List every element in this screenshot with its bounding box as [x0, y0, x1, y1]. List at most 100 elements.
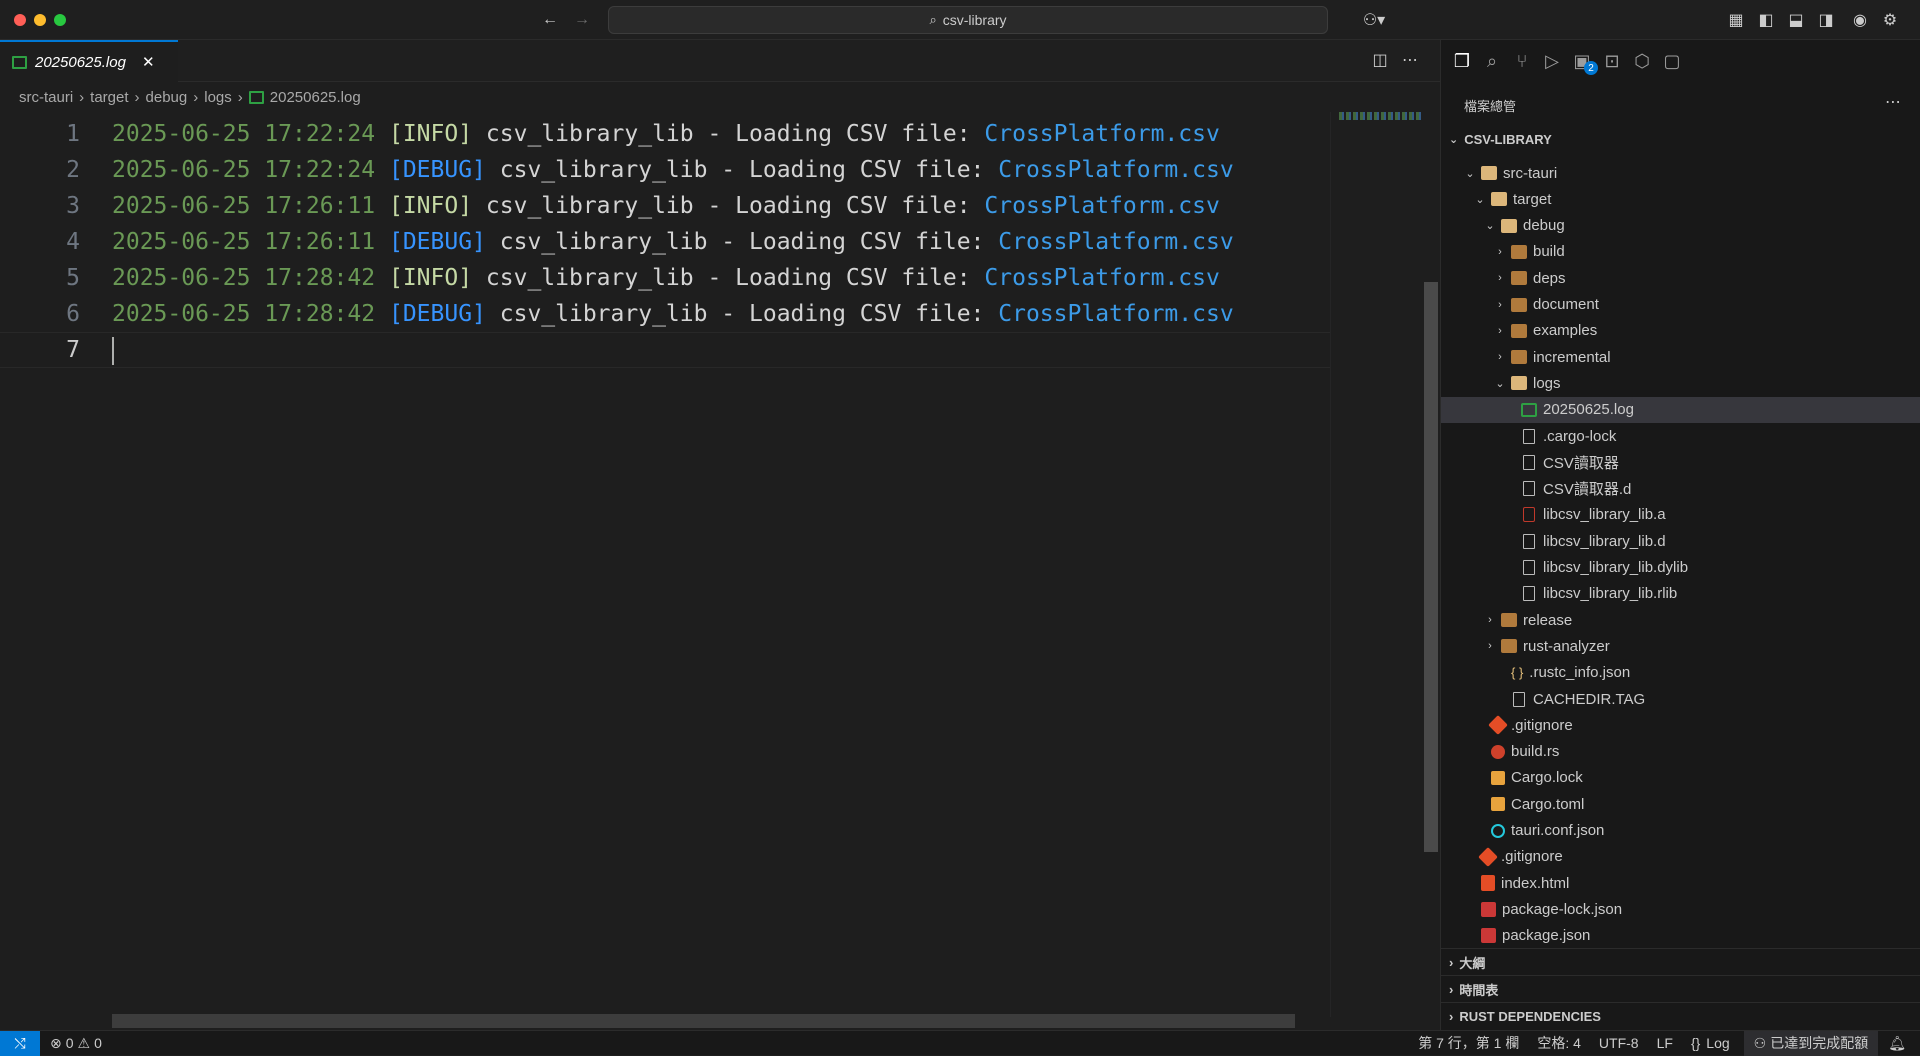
- packages-icon[interactable]: ⬡: [1629, 48, 1655, 74]
- explorer-files-icon[interactable]: ❐: [1449, 48, 1475, 74]
- command-center-search[interactable]: ⌕ csv-library: [608, 6, 1328, 34]
- cursor-position[interactable]: 第 7 行，第 1 欄: [1418, 1033, 1519, 1053]
- line-content: 2025-06-25 17:22:24 [DEBUG] csv_library_…: [112, 157, 1234, 183]
- remote-explorer-icon[interactable]: ⊡: [1599, 48, 1625, 74]
- chat-icon[interactable]: ▢: [1659, 48, 1685, 74]
- notifications-bell-icon[interactable]: 🔔︎: [1888, 1035, 1906, 1052]
- breadcrumb-target[interactable]: target: [90, 89, 128, 106]
- tree-item[interactable]: index.html: [1441, 870, 1920, 896]
- end-of-line[interactable]: LF: [1657, 1035, 1673, 1051]
- tree-item[interactable]: ⌄ debug: [1441, 213, 1920, 239]
- log-level: [DEBUG]: [388, 157, 486, 183]
- close-window-button[interactable]: [14, 14, 26, 26]
- tree-item[interactable]: .gitignore: [1441, 712, 1920, 738]
- code-line[interactable]: 4 2025-06-25 17:26:11 [DEBUG] csv_library…: [0, 224, 1330, 260]
- folder-icon: [1481, 166, 1497, 180]
- line-number: 5: [66, 265, 80, 291]
- breadcrumb-debug[interactable]: debug: [146, 89, 188, 106]
- tree-item[interactable]: tauri.conf.json: [1441, 818, 1920, 844]
- back-arrow-icon[interactable]: ←: [540, 10, 560, 30]
- tree-item[interactable]: ⌄ target: [1441, 186, 1920, 212]
- code-line[interactable]: 2 2025-06-25 17:22:24 [DEBUG] csv_library…: [0, 152, 1330, 188]
- folder-icon: [1511, 244, 1527, 259]
- tree-item[interactable]: CACHEDIR.TAG: [1441, 686, 1920, 712]
- account-icon[interactable]: ◉: [1850, 10, 1870, 30]
- vertical-scrollbar[interactable]: [1424, 282, 1438, 852]
- extensions-icon[interactable]: ▣ 2: [1569, 48, 1598, 75]
- tree-item[interactable]: ⌄ logs: [1441, 370, 1920, 396]
- problems-indicator[interactable]: ⊗ 0 ⚠ 0: [50, 1035, 102, 1052]
- folder-icon: [1511, 350, 1527, 365]
- breadcrumb-file[interactable]: 20250625.log: [270, 89, 361, 106]
- toggle-secondary-sidebar-icon[interactable]: ◨: [1816, 10, 1836, 30]
- tree-item[interactable]: package-lock.json: [1441, 896, 1920, 922]
- copilot-icon[interactable]: ⚇▾: [1356, 10, 1392, 30]
- tree-item[interactable]: .gitignore: [1441, 844, 1920, 870]
- tree-item[interactable]: { } .rustc_info.json: [1441, 660, 1920, 686]
- remote-indicator-icon[interactable]: ⤭: [0, 1030, 40, 1056]
- code-line[interactable]: 1 2025-06-25 17:22:24 [INFO] csv_library_…: [0, 116, 1330, 152]
- language-mode[interactable]: Log: [1706, 1035, 1729, 1051]
- split-editor-icon[interactable]: ◫: [1370, 50, 1390, 70]
- line-content: 2025-06-25 17:26:11 [DEBUG] csv_library_…: [112, 229, 1234, 255]
- tree-item[interactable]: libcsv_library_lib.dylib: [1441, 555, 1920, 581]
- tree-item-label: build: [1533, 243, 1565, 261]
- log-level: [INFO]: [388, 121, 473, 147]
- tree-item[interactable]: › examples: [1441, 318, 1920, 344]
- customize-layout-icon[interactable]: ▦: [1726, 10, 1746, 30]
- more-actions-icon[interactable]: ⋯: [1400, 50, 1420, 70]
- tree-item[interactable]: CSV讀取器: [1441, 449, 1920, 475]
- minimize-window-button[interactable]: [34, 14, 46, 26]
- code-editor[interactable]: 1 2025-06-25 17:22:24 [INFO] csv_library_…: [0, 112, 1330, 1017]
- rust-icon: [1491, 744, 1505, 759]
- npm-icon: [1481, 901, 1496, 917]
- cargo-box-icon: [1491, 797, 1505, 812]
- copilot-status[interactable]: ⚇ 已達到完成配額: [1743, 1030, 1879, 1056]
- section-timeline[interactable]: › 時間表: [1441, 975, 1920, 1002]
- run-debug-icon[interactable]: ▷: [1539, 48, 1565, 74]
- tree-item[interactable]: › rust-analyzer: [1441, 633, 1920, 659]
- code-line[interactable]: 5 2025-06-25 17:28:42 [INFO] csv_library_…: [0, 260, 1330, 296]
- breadcrumb-logs[interactable]: logs: [204, 89, 232, 106]
- tree-item[interactable]: 20250625.log: [1441, 396, 1920, 423]
- tree-item[interactable]: libcsv_library_lib.rlib: [1441, 581, 1920, 607]
- encoding[interactable]: UTF-8: [1599, 1035, 1639, 1051]
- tree-item[interactable]: package.json: [1441, 923, 1920, 949]
- tree-item[interactable]: CSV讀取器.d: [1441, 476, 1920, 502]
- tree-item[interactable]: build.rs: [1441, 739, 1920, 765]
- source-control-icon[interactable]: ⑂: [1509, 48, 1535, 74]
- tree-item-label: libcsv_library_lib.d: [1543, 532, 1666, 550]
- tree-item[interactable]: › incremental: [1441, 344, 1920, 370]
- settings-gear-icon[interactable]: ⚙: [1880, 10, 1900, 30]
- forward-arrow-icon[interactable]: →: [572, 10, 592, 30]
- tree-item[interactable]: › document: [1441, 292, 1920, 318]
- tree-item[interactable]: › build: [1441, 239, 1920, 265]
- tree-item[interactable]: libcsv_library_lib.d: [1441, 528, 1920, 554]
- code-line[interactable]: 7: [0, 332, 1330, 368]
- indentation[interactable]: 空格: 4: [1537, 1033, 1581, 1053]
- tree-item[interactable]: ⌄ src-tauri: [1441, 160, 1920, 186]
- maximize-window-button[interactable]: [54, 14, 66, 26]
- breadcrumb-src-tauri[interactable]: src-tauri: [19, 89, 73, 106]
- search-icon[interactable]: ⌕: [1479, 48, 1505, 74]
- tree-item[interactable]: Cargo.lock: [1441, 765, 1920, 791]
- tab-20250625-log[interactable]: 20250625.log ✕: [0, 40, 178, 82]
- toggle-primary-sidebar-icon[interactable]: ◧: [1756, 10, 1776, 30]
- code-line[interactable]: 3 2025-06-25 17:26:11 [INFO] csv_library_…: [0, 188, 1330, 224]
- tree-item[interactable]: .cargo-lock: [1441, 423, 1920, 449]
- toggle-panel-icon[interactable]: ⬓: [1786, 10, 1806, 30]
- folder-icon: [1511, 297, 1527, 312]
- horizontal-scrollbar[interactable]: [112, 1014, 1295, 1028]
- section-rust-dependencies[interactable]: › RUST DEPENDENCIES: [1441, 1002, 1920, 1029]
- section-outline[interactable]: › 大綱: [1441, 948, 1920, 975]
- code-line[interactable]: 6 2025-06-25 17:28:42 [DEBUG] csv_library…: [0, 296, 1330, 332]
- tree-item[interactable]: › release: [1441, 607, 1920, 633]
- chevron-right-icon: ›: [1498, 298, 1502, 311]
- explorer-more-icon[interactable]: ⋯: [1885, 92, 1901, 112]
- tree-item-label: CSV讀取器: [1543, 454, 1619, 472]
- tree-item[interactable]: Cargo.toml: [1441, 791, 1920, 817]
- tree-item[interactable]: libcsv_library_lib.a: [1441, 502, 1920, 528]
- close-tab-icon[interactable]: ✕: [142, 53, 155, 71]
- log-message: csv_library_lib - Loading CSV file:: [472, 193, 985, 219]
- tree-item[interactable]: › deps: [1441, 265, 1920, 291]
